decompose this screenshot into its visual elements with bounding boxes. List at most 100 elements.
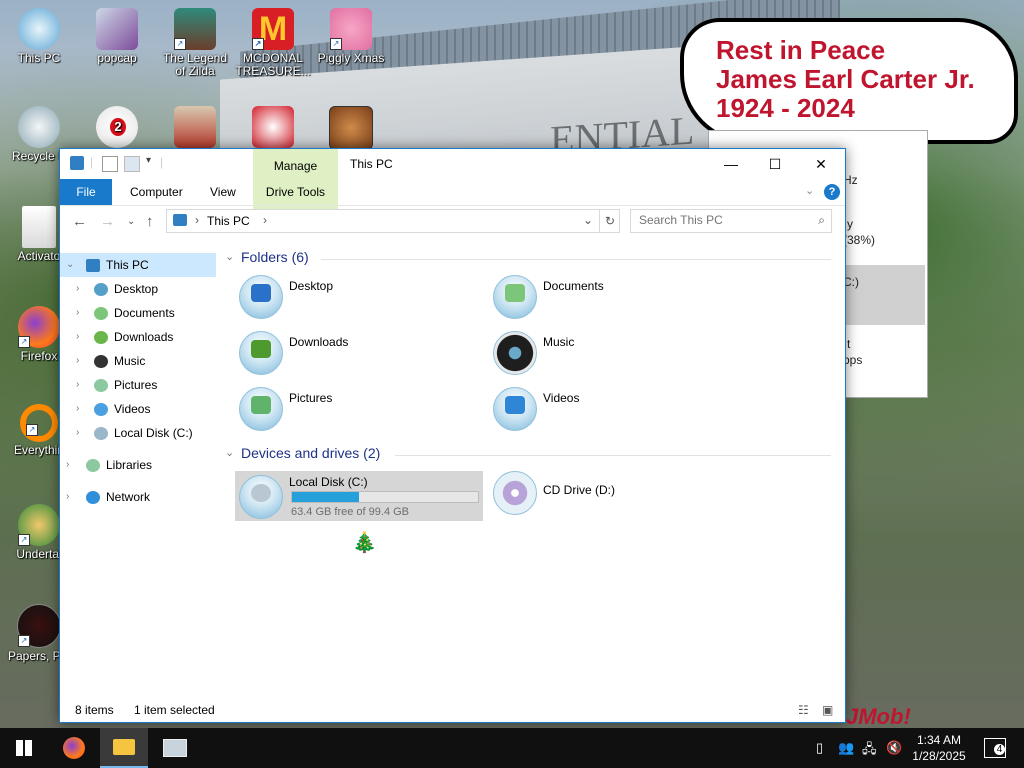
videos-folder-icon: [493, 387, 537, 431]
desktop-icon-game-3[interactable]: [313, 106, 389, 152]
forward-arrow-icon[interactable]: →: [100, 213, 115, 230]
folder-tile-pictures[interactable]: Pictures: [225, 383, 465, 435]
search-box[interactable]: ⌕: [630, 209, 832, 233]
collapse-group-icon[interactable]: ⌄: [225, 250, 234, 263]
people-icon[interactable]: 👥: [838, 740, 854, 756]
recycle-bin-icon: [18, 106, 60, 148]
breadcrumb-separator-icon[interactable]: ›: [195, 213, 199, 227]
nav-item-desktop[interactable]: › Desktop: [60, 277, 216, 301]
collapsed-chevron-icon[interactable]: ›: [66, 485, 78, 509]
desktop-icon-this-pc[interactable]: This PC: [1, 8, 77, 65]
collapsed-chevron-icon[interactable]: ›: [76, 325, 88, 349]
search-icon[interactable]: ⌕: [818, 213, 825, 228]
drive-tile-local-disk[interactable]: Local Disk (C:) 63.4 GB free of 99.4 GB: [225, 467, 485, 525]
collapsed-chevron-icon[interactable]: ›: [76, 421, 88, 445]
desktop-icon-game-2[interactable]: [235, 106, 311, 150]
taskbar-app[interactable]: [150, 728, 198, 768]
tab-view[interactable]: View: [210, 179, 236, 205]
system-clock[interactable]: 1:34 AM 1/28/2025: [900, 732, 978, 764]
pig-icon: ↗: [330, 8, 372, 50]
devices-group-title: Devices and drives (2): [241, 445, 381, 461]
network-icon[interactable]: 🖧: [862, 740, 877, 762]
shortcut-arrow-icon: ↗: [174, 38, 186, 50]
shortcut-arrow-icon: ↗: [18, 534, 30, 546]
folders-group-header[interactable]: ⌄ Folders (6): [225, 249, 835, 269]
customize-quick-access-icon[interactable]: ▾: [146, 155, 151, 166]
firefox-icon: [63, 737, 85, 759]
nav-item-documents[interactable]: › Documents: [60, 301, 216, 325]
maximize-button[interactable]: ☐: [752, 149, 798, 179]
downloads-folder-icon: [94, 331, 108, 344]
close-button[interactable]: ✕: [798, 149, 844, 179]
memorial-line-3: 1924 - 2024: [716, 93, 855, 123]
desktop-icon-mcdonald-treasure[interactable]: M ↗ MCDONAL TREASURE...: [235, 8, 311, 78]
search-input[interactable]: [631, 210, 817, 230]
monitor-icon: [163, 739, 187, 757]
clock-time: 1:34 AM: [916, 733, 962, 747]
desktop-icon-game-1[interactable]: [157, 106, 233, 150]
expanded-chevron-icon[interactable]: ⌄: [66, 253, 78, 277]
tab-file[interactable]: File: [60, 179, 112, 205]
shortcut-arrow-icon: ↗: [18, 635, 30, 647]
desktop-icon-piggly-xmas[interactable]: ↗ Piggly Xmas: [313, 8, 389, 65]
details-view-icon[interactable]: ☷: [798, 703, 809, 717]
address-bar[interactable]: › This PC › ⌄ ↻: [166, 209, 620, 233]
nav-item-this-pc[interactable]: ⌄ This PC: [60, 253, 216, 277]
nav-label: Videos: [114, 402, 151, 416]
nav-item-libraries[interactable]: › Libraries: [60, 453, 216, 477]
new-folder-icon[interactable]: [124, 156, 140, 172]
network-globe-icon: [86, 491, 100, 504]
title-bar[interactable]: | ▾ | Manage This PC — ☐ ✕: [60, 149, 845, 209]
nav-item-network[interactable]: › Network: [60, 485, 216, 509]
help-icon[interactable]: ?: [824, 184, 840, 200]
nav-item-music[interactable]: › Music: [60, 349, 216, 373]
desktop-icon-angel-badge[interactable]: 2: [79, 106, 155, 150]
breadcrumb-separator-icon[interactable]: ›: [263, 213, 267, 227]
file-explorer-window[interactable]: | ▾ | Manage This PC — ☐ ✕ File Computer…: [59, 148, 846, 723]
up-arrow-icon[interactable]: ↑: [146, 213, 154, 230]
folder-tile-videos[interactable]: Videos: [479, 383, 719, 435]
nav-item-local-disk[interactable]: › Local Disk (C:): [60, 421, 216, 445]
nav-item-pictures[interactable]: › Pictures: [60, 373, 216, 397]
folder-tile-desktop[interactable]: Desktop: [225, 271, 465, 323]
taskbar-file-explorer[interactable]: [100, 728, 148, 768]
back-arrow-icon[interactable]: ←: [72, 213, 87, 230]
recent-locations-icon[interactable]: ⌄: [127, 216, 135, 227]
devices-group-header[interactable]: ⌄ Devices and drives (2): [225, 445, 835, 465]
desktop-peek-icon[interactable]: ▯: [816, 740, 823, 756]
drive-tile-cd-drive[interactable]: CD Drive (D:): [479, 467, 719, 519]
collapse-group-icon[interactable]: ⌄: [225, 446, 234, 459]
collapsed-chevron-icon[interactable]: ›: [76, 397, 88, 421]
tab-computer[interactable]: Computer: [130, 179, 183, 205]
start-button[interactable]: [0, 728, 48, 768]
nav-item-videos[interactable]: › Videos: [60, 397, 216, 421]
expand-ribbon-icon[interactable]: ⌄: [805, 184, 814, 197]
taskbar-firefox[interactable]: [50, 728, 98, 768]
desktop-icon-legend-of-zilda[interactable]: ↗ The Legend of Zilda: [157, 8, 233, 78]
documents-folder-icon: [94, 307, 108, 320]
collapsed-chevron-icon[interactable]: ›: [76, 349, 88, 373]
address-dropdown-icon[interactable]: ⌄: [583, 213, 593, 227]
collapsed-chevron-icon[interactable]: ›: [66, 453, 78, 477]
minimize-button[interactable]: —: [708, 149, 754, 179]
disk-usage-fill: [292, 492, 360, 502]
shortcut-arrow-icon: ↗: [330, 38, 342, 50]
desktop-icon-label: The Legend of Zilda: [162, 51, 228, 78]
folder-tile-downloads[interactable]: Downloads: [225, 327, 465, 379]
nav-item-downloads[interactable]: › Downloads: [60, 325, 216, 349]
collapsed-chevron-icon[interactable]: ›: [76, 277, 88, 301]
properties-icon[interactable]: [102, 156, 118, 172]
refresh-icon[interactable]: ↻: [599, 210, 620, 232]
this-pc-small-icon: [70, 156, 84, 170]
breadcrumb-this-pc[interactable]: This PC: [207, 214, 250, 228]
notification-center-icon[interactable]: 4: [984, 738, 1006, 758]
clock-date: 1/28/2025: [912, 749, 966, 763]
folder-tile-music[interactable]: Music: [479, 327, 719, 379]
collapsed-chevron-icon[interactable]: ›: [76, 301, 88, 325]
large-icons-view-icon[interactable]: ▣: [822, 703, 833, 717]
nav-label: Music: [114, 354, 146, 368]
tab-drive-tools[interactable]: Drive Tools: [253, 179, 338, 205]
collapsed-chevron-icon[interactable]: ›: [76, 373, 88, 397]
folder-tile-documents[interactable]: Documents: [479, 271, 719, 323]
desktop-icon-popcap[interactable]: popcap: [79, 8, 155, 65]
